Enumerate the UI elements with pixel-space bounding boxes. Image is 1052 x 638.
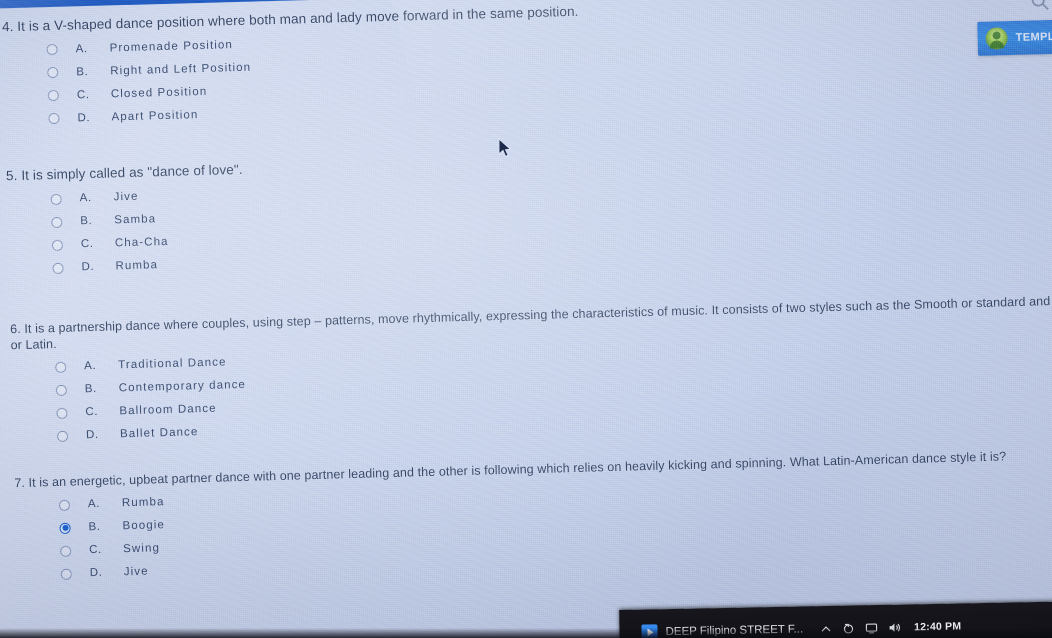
radio-button[interactable]	[48, 113, 60, 125]
option-letter: D.	[77, 111, 91, 125]
radio-button[interactable]	[50, 193, 62, 205]
volume-icon[interactable]	[887, 621, 901, 635]
radio-button[interactable]	[51, 216, 63, 228]
option-letter: B.	[76, 65, 89, 79]
radio-button[interactable]	[52, 262, 64, 274]
taskbar-app-button[interactable]: DEEP Filipino STREET F...	[641, 621, 803, 638]
option-letter: D.	[81, 260, 95, 274]
option-label: Traditional Dance	[118, 356, 227, 372]
option-label: Swing	[123, 542, 161, 556]
option-label: Ballroom Dance	[119, 402, 217, 418]
option-letter: B.	[84, 382, 98, 396]
radio-button[interactable]	[56, 430, 69, 442]
radio-button[interactable]	[46, 44, 58, 56]
question-block: 7. It is an energetic, upbeat partner da…	[14, 445, 1052, 586]
option-letter: C.	[85, 405, 99, 419]
option-label: Ballet Dance	[119, 426, 199, 441]
taskbar-clock[interactable]: 12:40 PM	[914, 620, 961, 633]
option-label: Jive	[123, 565, 149, 579]
system-tray: 12:40 PM	[819, 619, 961, 636]
option-letter: B.	[80, 215, 93, 228]
option-label: Rumba	[121, 496, 165, 510]
option-letter: C.	[80, 237, 94, 251]
chevron-up-icon[interactable]	[819, 622, 832, 635]
onedrive-sync-icon[interactable]	[841, 621, 855, 635]
option-letter: A.	[79, 192, 92, 205]
option-label: Promenade Position	[109, 38, 234, 55]
radio-button[interactable]	[58, 499, 71, 511]
option-label: Right and Left Position	[110, 61, 252, 78]
option-letter: A.	[87, 497, 101, 511]
radio-button[interactable]	[47, 90, 60, 102]
option-label: Jive	[113, 190, 139, 204]
option-letter: A.	[84, 359, 97, 373]
question-block: 6. It is a partnership dance where coupl…	[10, 291, 1052, 448]
radio-button[interactable]	[55, 361, 67, 373]
monitor-photo: Insert Tools Links TEMPLA 4. It is a V-s…	[0, 0, 1052, 638]
question-block: 5. It is simply called as "dance of love…	[6, 138, 1052, 281]
taskbar-app-title: DEEP Filipino STREET F...	[665, 623, 804, 638]
radio-button[interactable]	[60, 568, 72, 580]
monitor-screen-panel: Insert Tools Links TEMPLA 4. It is a V-s…	[0, 0, 1052, 638]
media-play-icon	[641, 624, 658, 638]
option-letter: B.	[88, 520, 101, 534]
radio-button[interactable]	[56, 407, 68, 419]
radio-button[interactable]	[47, 67, 59, 79]
quiz-content: 4. It is a V-shaped dance position where…	[2, 0, 1052, 593]
question-block: 4. It is a V-shaped dance position where…	[2, 0, 1052, 132]
option-letter: D.	[85, 428, 99, 442]
option-label: Apart Position	[111, 108, 199, 124]
option-letter: D.	[89, 566, 103, 580]
radio-button[interactable]	[51, 239, 64, 251]
option-letter: A.	[75, 42, 88, 56]
option-label: Closed Position	[110, 85, 208, 101]
option-label: Boogie	[122, 519, 166, 533]
appbar-highlight	[0, 0, 102, 10]
option-label: Cha-Cha	[114, 235, 169, 250]
radio-button-selected[interactable]	[59, 522, 71, 534]
option-letter: C.	[89, 543, 103, 557]
option-letter: C.	[76, 88, 90, 102]
option-label: Rumba	[115, 259, 159, 273]
radio-button[interactable]	[60, 545, 72, 557]
option-label: Contemporary dance	[118, 378, 247, 395]
radio-button[interactable]	[55, 384, 67, 396]
display-icon[interactable]	[864, 621, 878, 635]
option-label: Samba	[114, 213, 157, 227]
